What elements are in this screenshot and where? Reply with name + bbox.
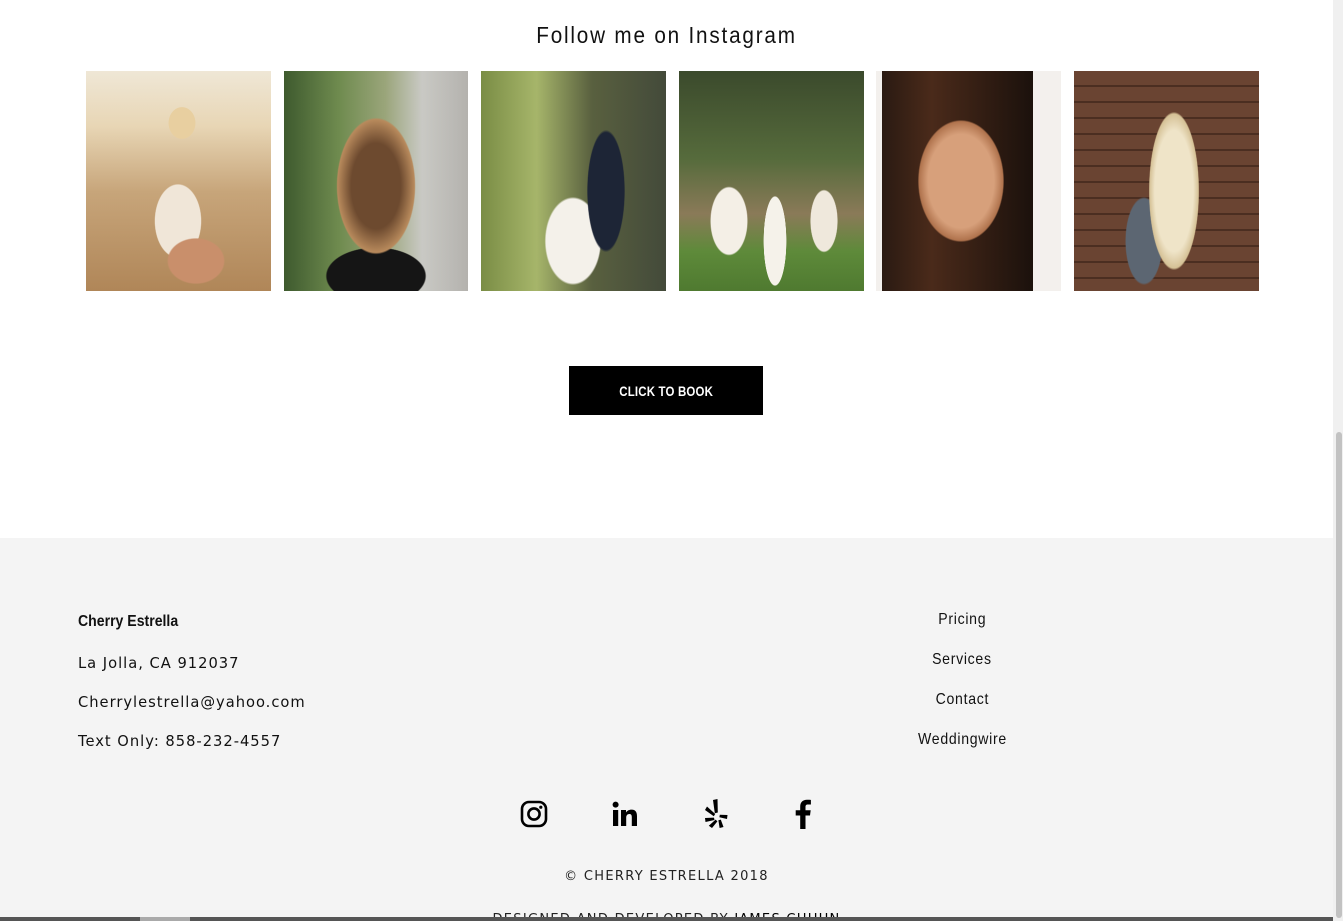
instagram-photo-6[interactable] <box>1074 71 1259 291</box>
footer-nav-pricing[interactable]: Pricing <box>882 611 1042 629</box>
footer-business-name: Cherry Estrella <box>78 613 179 630</box>
facebook-icon[interactable] <box>787 798 819 830</box>
click-to-book-button[interactable]: CLICK TO BOOK <box>569 366 763 415</box>
instagram-photo-3[interactable] <box>481 71 666 291</box>
click-to-book-label: CLICK TO BOOK <box>619 382 713 399</box>
footer-nav-weddingwire[interactable]: Weddingwire <box>882 731 1042 749</box>
instagram-glyph <box>520 800 548 828</box>
linkedin-glyph <box>612 801 637 826</box>
footer-address: La Jolla, CA 912037 <box>78 654 240 672</box>
copyright: © CHERRY ESTRELLA 2018 <box>564 869 769 884</box>
instagram-photo-4[interactable] <box>679 71 864 291</box>
footer-nav-services[interactable]: Services <box>882 651 1042 669</box>
instagram-heading: Follow me on Instagram <box>536 22 797 48</box>
instagram-icon[interactable] <box>518 798 550 830</box>
site-footer <box>0 538 1333 921</box>
footer-nav-weddingwire-label: Weddingwire <box>917 731 1007 748</box>
footer-nav-services-label: Services <box>932 651 992 668</box>
instagram-photo-2[interactable] <box>284 71 468 291</box>
instagram-photo-5[interactable] <box>876 71 1061 291</box>
footer-phone: Text Only: 858-232-4557 <box>78 732 282 750</box>
footer-nav-contact-label: Contact <box>935 691 989 708</box>
yelp-icon[interactable] <box>700 798 732 830</box>
footer-nav-pricing-label: Pricing <box>938 611 986 628</box>
vertical-scroll-thumb[interactable] <box>1336 432 1342 918</box>
yelp-glyph <box>705 799 728 828</box>
instagram-photo-1[interactable] <box>86 71 271 291</box>
footer-email[interactable]: Cherrylestrella@yahoo.com <box>78 693 306 711</box>
footer-nav-contact[interactable]: Contact <box>882 691 1042 709</box>
linkedin-icon[interactable] <box>609 798 641 830</box>
facebook-glyph <box>795 799 811 829</box>
horizontal-scroll-thumb[interactable] <box>140 917 190 921</box>
horizontal-scrollbar[interactable] <box>0 917 1333 921</box>
